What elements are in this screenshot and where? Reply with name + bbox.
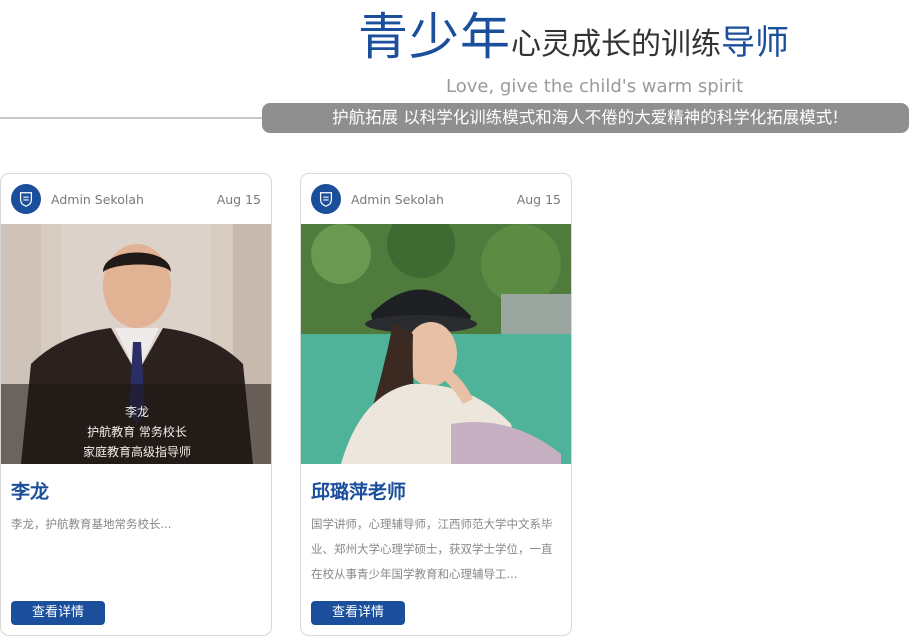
photo-caption-3: 家庭教育高级指导师 xyxy=(83,444,191,459)
hero-section: 青少年心灵成长的训练导师 Love, give the child's warm… xyxy=(0,0,910,140)
teacher-name[interactable]: 李龙 xyxy=(11,477,49,504)
view-details-button[interactable]: 查看详情 xyxy=(11,601,105,625)
view-details-button[interactable]: 查看详情 xyxy=(311,601,405,625)
teacher-card: Admin Sekolah Aug 15 李龙 护航教育 常务校长 家庭教育高级… xyxy=(0,173,272,636)
teacher-card: Admin Sekolah Aug 15 邱璐萍老师 国学讲师，心理辅导师，江西… xyxy=(300,173,572,636)
title-middle: 心灵成长的训练 xyxy=(511,27,721,62)
card-header: Admin Sekolah Aug 15 xyxy=(301,174,571,224)
teacher-photo[interactable] xyxy=(301,224,571,464)
slogan-banner: 护航拓展 以科学化训练模式和海人不倦的大爱精神的科学化拓展模式! xyxy=(262,103,909,133)
photo-caption-1: 李龙 xyxy=(125,404,149,419)
teacher-name[interactable]: 邱璐萍老师 xyxy=(311,477,406,504)
photo-caption-2: 护航教育 常务校长 xyxy=(87,424,187,439)
post-author[interactable]: Admin Sekolah xyxy=(351,192,444,207)
teacher-description: 李龙，护航教育基地常务校长... xyxy=(11,517,172,531)
divider-line xyxy=(0,117,270,119)
school-logo-icon xyxy=(311,184,341,214)
card-header: Admin Sekolah Aug 15 xyxy=(1,174,271,224)
post-author[interactable]: Admin Sekolah xyxy=(51,192,144,207)
title-accent: 导师 xyxy=(721,23,789,63)
page-subtitle: Love, give the child's warm spirit xyxy=(446,76,744,97)
school-logo-icon xyxy=(11,184,41,214)
post-date: Aug 15 xyxy=(516,192,561,207)
page-title: 青少年心灵成长的训练导师 xyxy=(358,12,789,62)
title-highlight: 青少年 xyxy=(358,8,511,66)
teacher-photo[interactable]: 李龙 护航教育 常务校长 家庭教育高级指导师 xyxy=(1,224,271,464)
teacher-description: 国学讲师，心理辅导师，江西师范大学中文系毕业、郑州大学心理学硕士，获双学士学位，… xyxy=(311,517,553,581)
post-date: Aug 15 xyxy=(216,192,261,207)
